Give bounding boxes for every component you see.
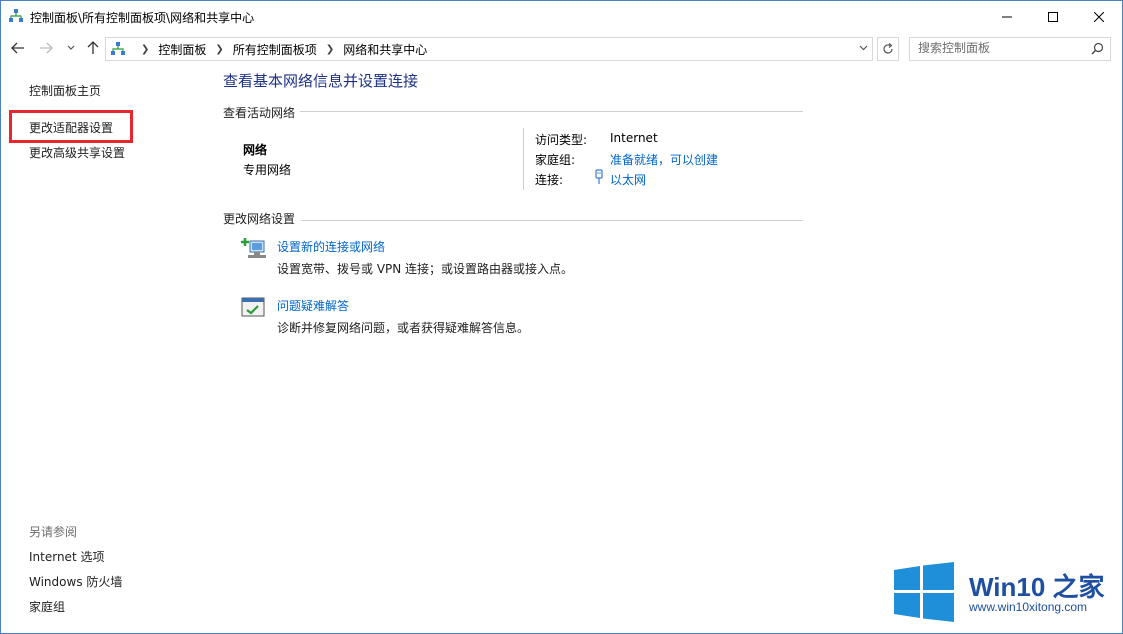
- search-icon[interactable]: [1091, 42, 1104, 55]
- back-button[interactable]: [7, 34, 29, 62]
- network-name: 网络: [243, 143, 268, 157]
- setup-new-connection-link[interactable]: 设置新的连接或网络: [277, 238, 385, 255]
- network-center-icon: [9, 9, 23, 22]
- setup-new-connection-description: 设置宽带、拨号或 VPN 连接；或设置路由器或接入点。: [277, 262, 574, 276]
- troubleshoot-link[interactable]: 问题疑难解答: [277, 297, 349, 314]
- troubleshoot-description: 诊断并修复网络问题，或者获得疑难解答信息。: [277, 321, 530, 335]
- address-bar[interactable]: ❯ 控制面板 ❯ 所有控制面板项 ❯ 网络和共享中心: [105, 37, 873, 61]
- network-divider: [523, 128, 524, 190]
- up-button[interactable]: [83, 34, 103, 62]
- breadcrumb-item[interactable]: 所有控制面板项: [233, 41, 317, 58]
- search-box[interactable]: [909, 37, 1111, 61]
- minimize-icon: [1002, 16, 1012, 17]
- breadcrumb-separator-icon[interactable]: ❯: [141, 44, 149, 55]
- section-divider: [301, 220, 803, 221]
- ethernet-icon: [595, 169, 603, 184]
- see-also-title: 另请参阅: [29, 525, 78, 539]
- network-type: 专用网络: [243, 163, 292, 177]
- network-center-icon: [111, 42, 125, 55]
- close-button[interactable]: [1076, 1, 1122, 32]
- highlight-annotation-box: [9, 110, 133, 143]
- watermark-brand: Win10 之家: [969, 572, 1105, 602]
- see-also-internet-options[interactable]: Internet 选项: [29, 548, 104, 565]
- active-networks-heading: 查看活动网络: [223, 106, 296, 120]
- forward-arrow-icon: [40, 42, 53, 54]
- up-arrow-icon: [87, 41, 99, 54]
- minimize-button[interactable]: [984, 1, 1030, 32]
- change-network-settings-heading: 更改网络设置: [223, 212, 296, 226]
- access-type-value: Internet: [610, 131, 658, 145]
- homegroup-link[interactable]: 准备就绪，可以创建: [610, 151, 718, 168]
- close-icon: [1094, 11, 1104, 22]
- control-panel-window: 控制面板\所有控制面板项\网络和共享中心 ❯ 控制面板 ❯ 所有控制面板项 ❯ …: [0, 0, 1123, 634]
- maximize-icon: [1048, 11, 1058, 22]
- watermark-url: www.win10xitong.com: [969, 600, 1088, 614]
- access-type-label: 访问类型:: [535, 133, 588, 147]
- breadcrumb-item[interactable]: 控制面板: [158, 41, 206, 58]
- homegroup-label: 家庭组:: [535, 153, 576, 167]
- breadcrumb-item[interactable]: 网络和共享中心: [343, 41, 427, 58]
- search-input[interactable]: [910, 38, 1088, 58]
- refresh-button[interactable]: [877, 37, 899, 61]
- breadcrumb-separator-icon[interactable]: ❯: [215, 44, 223, 55]
- address-dropdown-button[interactable]: [853, 37, 873, 59]
- refresh-icon: [883, 43, 893, 54]
- section-divider: [300, 111, 803, 112]
- breadcrumb: ❯ 控制面板 ❯ 所有控制面板项 ❯ 网络和共享中心: [132, 38, 427, 60]
- new-connection-icon: [241, 238, 266, 258]
- chevron-down-icon: [67, 45, 75, 50]
- title-bar: 控制面板\所有控制面板项\网络和共享中心: [1, 1, 1122, 32]
- window-title: 控制面板\所有控制面板项\网络和共享中心: [30, 11, 255, 25]
- see-also-homegroup[interactable]: 家庭组: [29, 598, 65, 615]
- ethernet-connection-link[interactable]: 以太网: [610, 171, 646, 188]
- forward-button[interactable]: [35, 34, 57, 62]
- see-also-windows-firewall[interactable]: Windows 防火墙: [29, 573, 122, 590]
- back-arrow-icon: [11, 42, 24, 54]
- connections-label: 连接:: [535, 173, 564, 187]
- recent-locations-button[interactable]: [63, 34, 79, 62]
- maximize-button[interactable]: [1030, 1, 1076, 32]
- windows-logo-icon: [894, 562, 954, 622]
- sidebar-item-advanced-sharing-settings[interactable]: 更改高级共享设置: [29, 144, 125, 161]
- sidebar-item-control-panel-home[interactable]: 控制面板主页: [29, 82, 101, 99]
- breadcrumb-separator-icon[interactable]: ❯: [326, 44, 334, 55]
- chevron-down-icon: [859, 45, 867, 51]
- troubleshoot-icon: [241, 297, 265, 317]
- page-title: 查看基本网络信息并设置连接: [223, 72, 419, 90]
